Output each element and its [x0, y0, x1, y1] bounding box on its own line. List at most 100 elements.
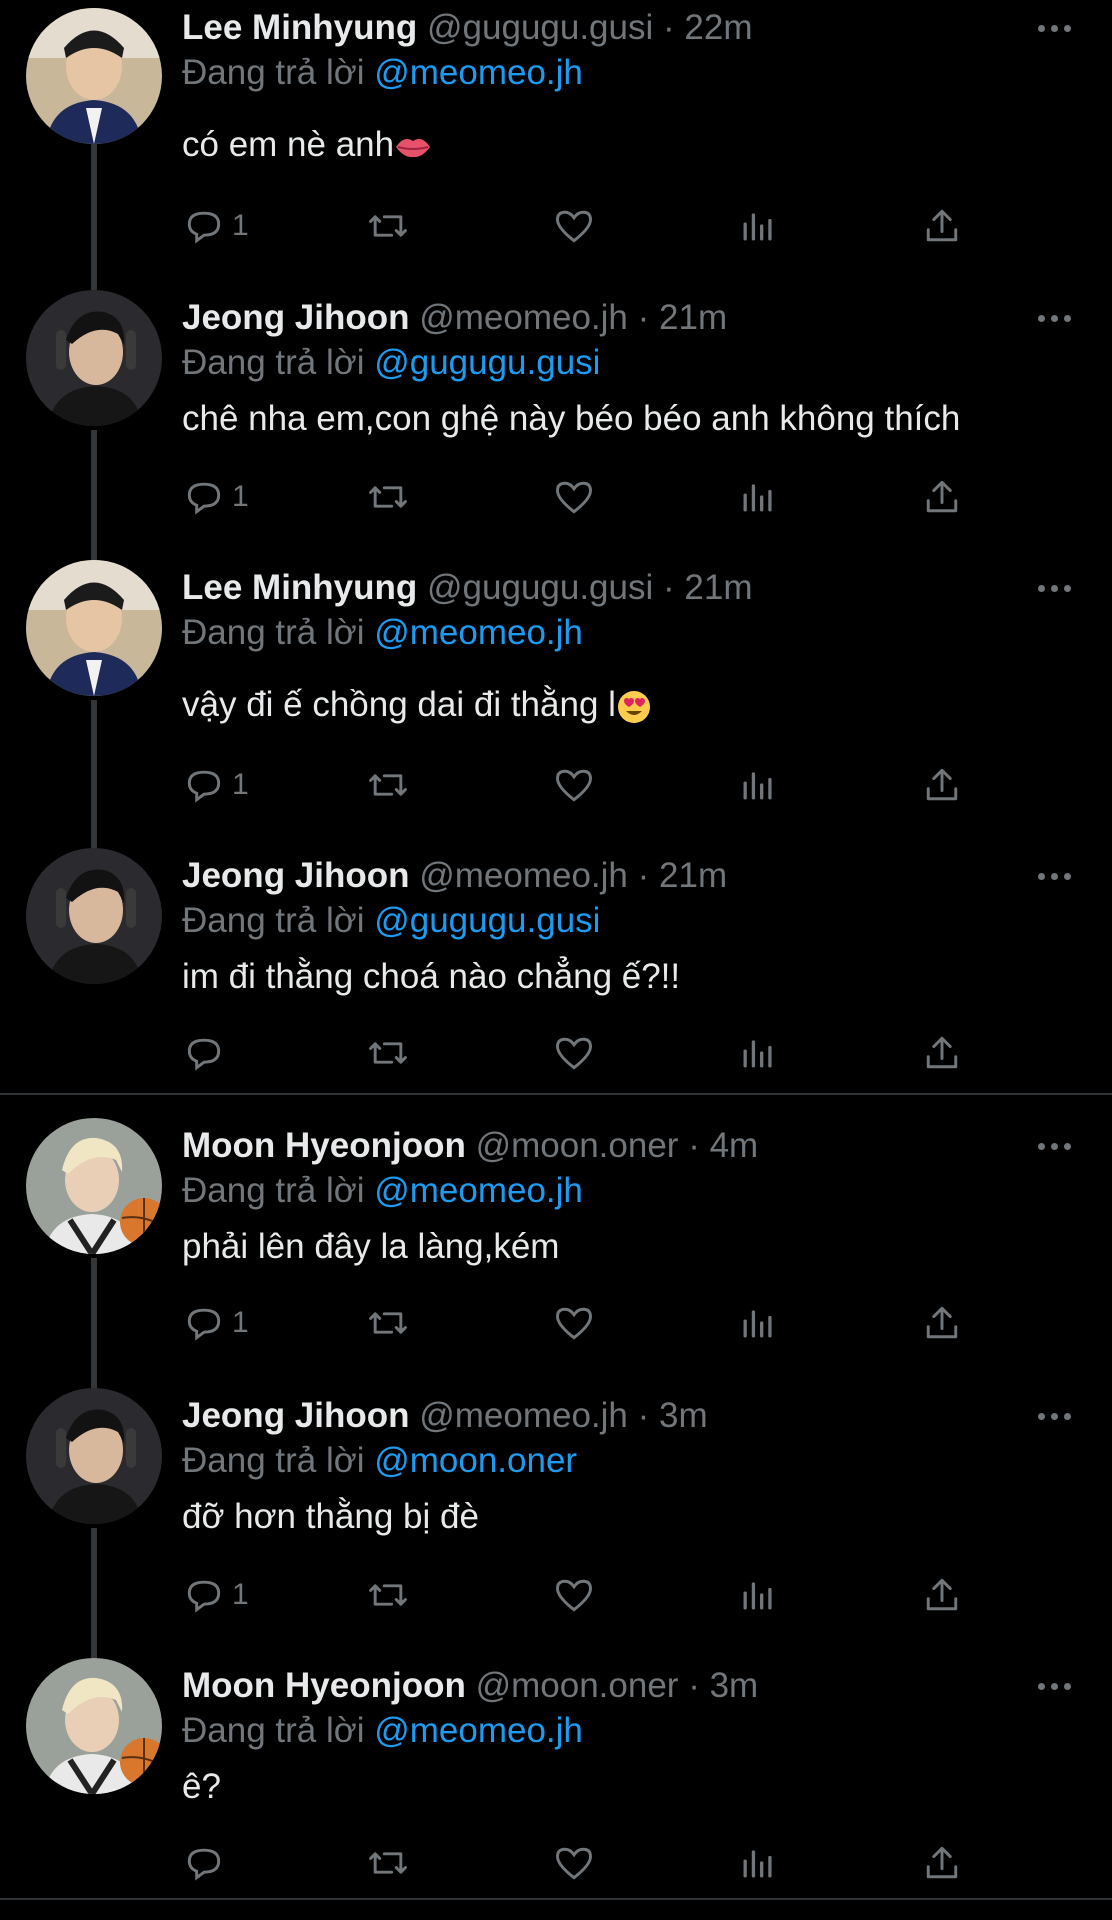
tweet-header: Jeong Jihoon @meomeo.jh · 21m [182, 851, 727, 901]
reply-button[interactable]: 1 [182, 201, 249, 251]
retweet-button[interactable] [366, 201, 410, 251]
share-button[interactable] [920, 201, 964, 251]
tweet-actions: 1 [182, 760, 982, 810]
reply-mention[interactable]: @gugugu.gusi [374, 343, 600, 382]
separator: · [688, 1666, 700, 1705]
handle[interactable]: @gugugu.gusi [427, 568, 653, 607]
reply-count: 1 [232, 209, 249, 242]
display-name[interactable]: Jeong Jihoon [182, 1396, 410, 1435]
timestamp[interactable]: 3m [659, 1396, 708, 1435]
handle[interactable]: @moon.oner [476, 1126, 679, 1165]
avatar[interactable] [26, 1118, 162, 1254]
like-button[interactable] [552, 1298, 596, 1348]
like-button[interactable] [552, 472, 596, 522]
timestamp[interactable]: 21m [684, 568, 752, 607]
avatar[interactable] [26, 1388, 162, 1524]
more-icon[interactable] [1034, 578, 1074, 598]
handle[interactable]: @moon.oner [476, 1666, 679, 1705]
like-button[interactable] [552, 1028, 596, 1078]
avatar[interactable] [26, 560, 162, 696]
reply-prefix: Đang trả lời [182, 1711, 365, 1750]
timestamp[interactable]: 21m [659, 298, 727, 337]
avatar[interactable] [26, 8, 162, 144]
timestamp[interactable]: 21m [659, 856, 727, 895]
tweet-text-content: chê nha em,con ghệ này béo béo anh không… [182, 399, 961, 438]
display-name[interactable]: Lee Minhyung [182, 8, 417, 47]
views-button[interactable] [736, 760, 780, 810]
reply-icon [187, 1038, 221, 1071]
reply-mention[interactable]: @moon.oner [374, 1441, 577, 1480]
retweet-button[interactable] [366, 1028, 410, 1078]
handle[interactable]: @meomeo.jh [419, 856, 628, 895]
retweet-button[interactable] [366, 1838, 410, 1888]
tweet-text-content: ê? [182, 1767, 221, 1806]
tweet-header: Lee Minhyung @gugugu.gusi · 22m [182, 3, 753, 53]
timestamp[interactable]: 22m [684, 8, 752, 47]
views-button[interactable] [736, 1298, 780, 1348]
views-button[interactable] [736, 472, 780, 522]
retweet-button[interactable] [366, 472, 410, 522]
reply-button[interactable]: 1 [182, 472, 249, 522]
share-icon [926, 768, 958, 801]
reply-button[interactable] [182, 1028, 232, 1078]
separator: · [637, 1396, 650, 1435]
more-icon[interactable] [1034, 308, 1074, 328]
handle[interactable]: @meomeo.jh [419, 298, 628, 337]
share-button[interactable] [920, 472, 964, 522]
avatar[interactable] [26, 848, 162, 984]
reply-mention[interactable]: @meomeo.jh [374, 613, 583, 652]
retweet-button[interactable] [366, 760, 410, 810]
views-button[interactable] [736, 1570, 780, 1620]
views-button[interactable] [736, 201, 780, 251]
more-icon[interactable] [1034, 18, 1074, 38]
display-name[interactable]: Moon Hyeonjoon [182, 1666, 466, 1705]
display-name[interactable]: Jeong Jihoon [182, 856, 410, 895]
tweet-text: im đi thằng choá nào chẳng ế?!! [182, 952, 680, 1002]
reply-button[interactable]: 1 [182, 760, 249, 810]
handle[interactable]: @gugugu.gusi [427, 8, 653, 47]
reply-mention[interactable]: @gugugu.gusi [374, 901, 600, 940]
heart-eyes-emoji-icon [617, 690, 650, 723]
tweet-actions[interactable]: 1 [182, 472, 982, 522]
like-button[interactable] [552, 760, 596, 810]
like-icon [556, 769, 592, 802]
separator: · [663, 568, 675, 607]
more-icon[interactable] [1034, 1406, 1074, 1426]
tweet-text-content: im đi thằng choá nào chẳng ế?!! [182, 957, 681, 996]
more-icon[interactable] [1034, 1676, 1074, 1696]
retweet-button[interactable] [366, 1298, 410, 1348]
timestamp[interactable]: 4m [710, 1126, 759, 1165]
handle[interactable]: @meomeo.jh [419, 1396, 628, 1435]
reply-prefix: Đang trả lời [182, 1171, 365, 1210]
share-button[interactable] [920, 1028, 964, 1078]
like-button[interactable] [552, 201, 596, 251]
views-button[interactable] [736, 1028, 780, 1078]
jihoon-avatar-image [26, 290, 162, 426]
views-button[interactable] [736, 1838, 780, 1888]
retweet-icon [369, 215, 407, 237]
display-name[interactable]: Jeong Jihoon [182, 298, 410, 337]
reply-mention[interactable]: @meomeo.jh [374, 1171, 583, 1210]
like-button[interactable] [552, 1838, 596, 1888]
share-button[interactable] [920, 1570, 964, 1620]
timestamp[interactable]: 3m [710, 1666, 759, 1705]
reply-mention[interactable]: @meomeo.jh [374, 1711, 583, 1750]
reply-context: Đang trả lời @gugugu.gusi [182, 338, 600, 388]
more-icon[interactable] [1034, 866, 1074, 886]
share-button[interactable] [920, 1838, 964, 1888]
share-button[interactable] [920, 760, 964, 810]
display-name[interactable]: Moon Hyeonjoon [182, 1126, 466, 1165]
like-button[interactable] [552, 1570, 596, 1620]
avatar[interactable] [26, 290, 162, 426]
display-name[interactable]: Lee Minhyung [182, 568, 417, 607]
thread-line [91, 430, 97, 572]
reply-mention[interactable]: @meomeo.jh [374, 53, 583, 92]
reply-button[interactable]: 1 [182, 1298, 249, 1348]
like-icon [556, 1847, 592, 1880]
avatar[interactable] [26, 1658, 162, 1794]
share-button[interactable] [920, 1298, 964, 1348]
retweet-button[interactable] [366, 1570, 410, 1620]
reply-button[interactable]: 1 [182, 1570, 249, 1620]
reply-button[interactable] [182, 1838, 232, 1888]
more-icon[interactable] [1034, 1136, 1074, 1156]
